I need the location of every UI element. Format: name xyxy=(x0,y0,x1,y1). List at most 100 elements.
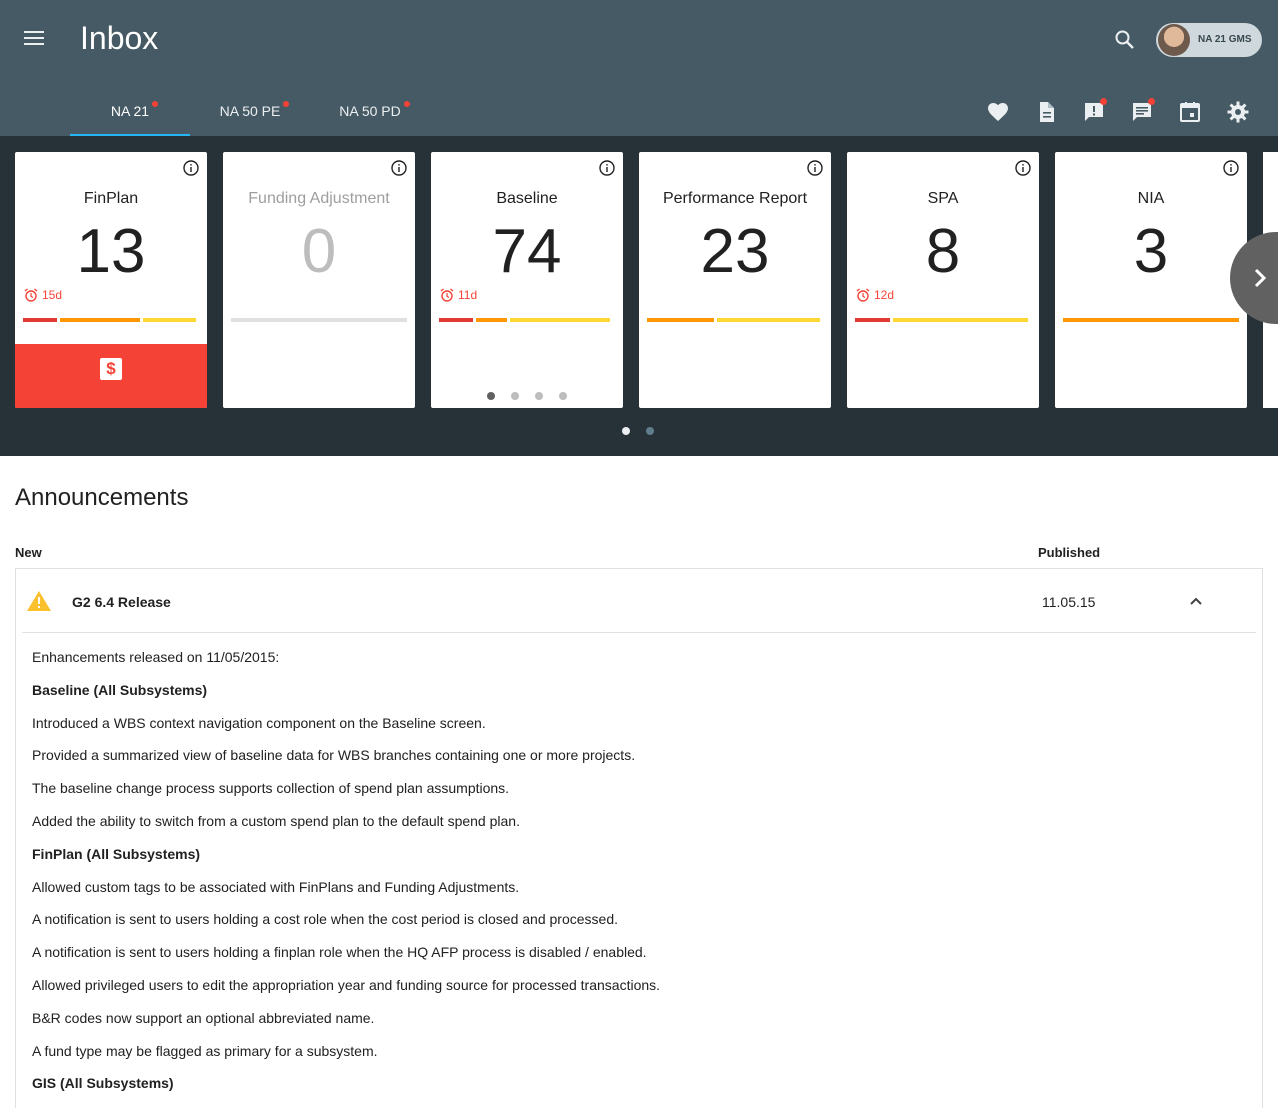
alarm-icon xyxy=(24,288,38,302)
announcement-header[interactable]: G2 6.4 Release 11.05.15 xyxy=(16,569,1262,633)
status-bar xyxy=(231,318,407,322)
card-count: 13 xyxy=(76,217,146,286)
status-bar xyxy=(1063,318,1239,322)
card-due-label: 12d xyxy=(874,288,895,302)
summary-card[interactable]: SPA 8 12d xyxy=(847,152,1039,408)
status-bar xyxy=(855,318,1031,322)
announcement-line: Enhancements released on 11/05/2015: xyxy=(32,649,280,665)
app-bar: Inbox NA 21 GMS NA 21 NA 50 PE NA 50 PD xyxy=(0,0,1278,136)
status-bar-segment xyxy=(60,318,140,322)
summary-cards-band: FinPlan 13 15d $ Funding Adjustment 0 Baseline… xyxy=(0,136,1278,456)
tab-na-21[interactable]: NA 21 xyxy=(70,88,190,136)
notification-dot-icon xyxy=(404,101,410,107)
notification-dot-icon xyxy=(1100,98,1107,105)
status-bar-segment xyxy=(476,318,507,322)
section-heading: Baseline (All Subsystems) xyxy=(32,681,208,698)
announcement-title: G2 6.4 Release xyxy=(72,594,171,610)
card-due: 11d xyxy=(440,288,477,302)
calendar-icon[interactable] xyxy=(1178,100,1202,124)
carousel-page-dot[interactable] xyxy=(622,427,630,435)
status-bar-segment xyxy=(1063,318,1239,322)
announcement-line: A notification is sent to users holding … xyxy=(32,911,619,928)
status-bar-segment xyxy=(231,318,407,322)
announcement-line: Introduced a WBS context navigation comp… xyxy=(32,714,486,731)
card-count: 23 xyxy=(700,217,770,286)
status-bar xyxy=(23,318,199,322)
search-icon[interactable] xyxy=(1113,28,1137,52)
info-icon[interactable] xyxy=(1015,160,1031,176)
info-icon[interactable] xyxy=(807,160,823,176)
status-bar-segment xyxy=(23,318,57,322)
status-bar xyxy=(439,318,615,322)
column-header-new: New xyxy=(15,545,42,560)
summary-card[interactable]: Performance Report 23 xyxy=(639,152,831,408)
column-header-published: Published xyxy=(1038,545,1101,560)
chat-button[interactable] xyxy=(1130,98,1155,124)
menu-icon[interactable] xyxy=(24,31,46,49)
info-icon[interactable] xyxy=(1223,160,1239,176)
info-icon[interactable] xyxy=(391,160,407,176)
section-heading: GIS (All Subsystems) xyxy=(32,1075,174,1092)
announcement-line: Provided a summarized view of baseline d… xyxy=(32,747,636,764)
alarm-icon xyxy=(856,288,870,302)
tab-na-50-pe[interactable]: NA 50 PE xyxy=(190,88,310,136)
document-icon[interactable] xyxy=(1034,100,1058,124)
summary-card[interactable]: NIA 3 xyxy=(1055,152,1247,408)
card-count: 3 xyxy=(1133,217,1169,286)
summary-card[interactable]: Baseline 74 11d xyxy=(431,152,623,408)
announcements-heading: Announcements xyxy=(15,484,189,511)
info-icon[interactable] xyxy=(599,160,615,176)
tab-na-50-pd[interactable]: NA 50 PD xyxy=(310,88,430,136)
card-due: 15d xyxy=(24,288,62,302)
card-due: 12d xyxy=(856,288,894,302)
notification-dot-icon xyxy=(283,101,289,107)
alert-message-button[interactable] xyxy=(1082,98,1107,124)
favorite-icon[interactable] xyxy=(986,100,1010,124)
card-title: Funding Adjustment xyxy=(248,190,390,207)
status-bar-segment xyxy=(892,318,1028,322)
card-title: FinPlan xyxy=(83,190,139,207)
card-title: SPA xyxy=(927,190,959,207)
summary-card[interactable]: Funding Adjustment 0 xyxy=(223,152,415,408)
card-pager-dot[interactable] xyxy=(559,392,567,400)
status-bar-segment xyxy=(717,318,820,322)
status-bar-segment xyxy=(509,318,610,322)
divider xyxy=(22,632,1256,633)
card-due-label: 11d xyxy=(458,288,478,302)
notification-dot-icon xyxy=(152,101,158,107)
announcement-line: B&R codes now support an optional abbrev… xyxy=(32,1009,375,1026)
carousel-pager xyxy=(622,427,654,435)
card-title: Performance Report xyxy=(662,190,808,207)
status-bar-segment xyxy=(142,318,196,322)
notification-dot-icon xyxy=(1148,98,1155,105)
announcement-body: Enhancements released on 11/05/2015: Base… xyxy=(32,647,1232,1106)
card-count: 8 xyxy=(925,217,961,286)
avatar xyxy=(1158,24,1190,56)
card-pager-dot[interactable] xyxy=(487,392,495,400)
announcement-line: Allowed privileged users to edit the app… xyxy=(32,976,661,993)
tab-label: NA 21 xyxy=(110,103,150,119)
status-bar-segment xyxy=(647,318,715,322)
settings-icon[interactable] xyxy=(1226,100,1250,124)
status-bar-segment xyxy=(439,318,473,322)
card-count: 0 xyxy=(301,217,337,286)
card-action-footer[interactable]: $ xyxy=(15,344,207,408)
card-pager-dot[interactable] xyxy=(535,392,543,400)
summary-card[interactable]: FinPlan 13 15d $ xyxy=(15,152,207,408)
tab-label: NA 50 PD xyxy=(339,103,401,119)
announcement-line: Allowed custom tags to be associated wit… xyxy=(32,878,520,895)
announcement-published-date: 11.05.15 xyxy=(1042,594,1096,610)
card-title: Baseline xyxy=(496,190,558,207)
announcement-line: A notification is sent to users holding … xyxy=(32,944,647,961)
info-icon[interactable] xyxy=(183,160,199,176)
announcement-line: A fund type may be flagged as primary fo… xyxy=(32,1042,378,1059)
card-pager-dot[interactable] xyxy=(511,392,519,400)
user-chip-label: NA 21 GMS xyxy=(1198,34,1252,45)
warning-icon xyxy=(27,591,51,611)
user-chip[interactable]: NA 21 GMS xyxy=(1156,23,1262,57)
section-heading: FinPlan (All Subsystems) xyxy=(32,845,201,862)
page-title: Inbox xyxy=(80,20,159,56)
tab-label: NA 50 PE xyxy=(219,103,281,119)
chevron-up-icon[interactable] xyxy=(1188,593,1204,609)
carousel-page-dot[interactable] xyxy=(646,427,654,435)
